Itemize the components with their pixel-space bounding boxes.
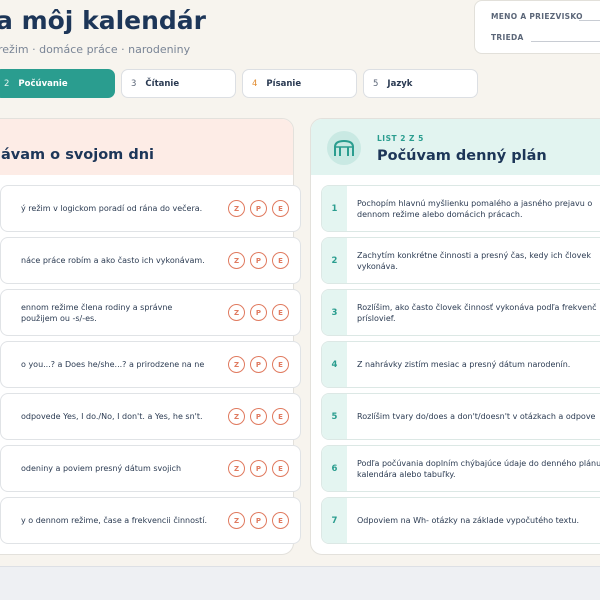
goal-number: 1: [322, 186, 347, 231]
listening-goal-card: 5 Rozlíšim tvary do/does a don't/doesn't …: [321, 393, 600, 440]
self-assessment-group: ZPE: [228, 512, 289, 529]
tab-number: 4: [252, 78, 258, 89]
self-assessment-group: ZPE: [228, 252, 289, 269]
self-assessment-circle[interactable]: P: [250, 200, 267, 217]
sheet-label: LIST 2 Z 5: [377, 134, 424, 143]
name-field[interactable]: [579, 20, 600, 21]
goal-text: Odpoviem na Wh- otázky na základe vypoču…: [357, 516, 580, 525]
goal-text: odeniny a poviem presný dátum svojich: [21, 464, 182, 473]
self-assessment-circle[interactable]: E: [272, 356, 289, 373]
self-assessment-circle[interactable]: E: [272, 512, 289, 529]
goal-text: náce práce robím a ako často ich vykonáv…: [21, 256, 205, 265]
tab-label: Jazyk: [387, 78, 413, 89]
tab-label: Čítanie: [145, 78, 180, 89]
goal-text: ý režim v logickom poradí od rána do več…: [21, 204, 203, 213]
self-assessment-circle[interactable]: P: [250, 460, 267, 477]
self-assessment-circle[interactable]: P: [250, 252, 267, 269]
goal-text: Rozlíšim tvary do/does a don't/doesn't v…: [357, 412, 596, 421]
class-field[interactable]: [531, 41, 600, 42]
tab-number: 2: [4, 78, 10, 89]
goal-card: o you...? a Does he/she...? a prirodzene…: [0, 341, 301, 388]
goal-number: 5: [322, 394, 347, 439]
goal-text: Z nahrávky zistím mesiac a presný dátum …: [357, 360, 571, 369]
self-assessment-circle[interactable]: Z: [228, 200, 245, 217]
listening-goal-card: 4 Z nahrávky zistím mesiac a presný dátum…: [321, 341, 600, 388]
self-assessment-circle[interactable]: Z: [228, 356, 245, 373]
self-assessment-circle[interactable]: E: [272, 200, 289, 217]
self-assessment-circle[interactable]: Z: [228, 252, 245, 269]
goal-card: ennom režime člena rodiny a správne použ…: [0, 289, 301, 336]
goal-card: odpovede Yes, I do./No, I don't. a Yes, …: [0, 393, 301, 440]
listening-goal-card: 2 Zachytím konkrétne činnosti a presný ča…: [321, 237, 600, 284]
self-assessment-circle[interactable]: P: [250, 304, 267, 321]
goal-text: Podľa počúvania doplním chýbajúce údaje …: [357, 458, 600, 479]
footer-strip: [0, 566, 600, 600]
tab-label: Počúvanie: [18, 78, 68, 89]
listening-goal-card: 6 Podľa počúvania doplním chýbajúce údaje…: [321, 445, 600, 492]
tab-listening[interactable]: 2 Počúvanie: [0, 69, 115, 98]
goal-number: 6: [322, 446, 347, 491]
self-assessment-group: ZPE: [228, 304, 289, 321]
self-assessment-circle[interactable]: Z: [228, 408, 245, 425]
goal-card: y o dennom režime, čase a frekvencii čin…: [0, 497, 301, 544]
class-label: TRIEDA: [491, 33, 524, 42]
goal-text: Rozlíšim, ako často človek činnosť vykon…: [357, 302, 597, 323]
self-assessment-circle[interactable]: Z: [228, 304, 245, 321]
goal-number: 7: [322, 498, 347, 543]
arch-icon: [327, 131, 361, 165]
goal-text: o you...? a Does he/she...? a prirodzene…: [21, 360, 205, 369]
self-assessment-circle[interactable]: E: [272, 408, 289, 425]
goal-card: odeniny a poviem presný dátum svojich Z P E: [0, 445, 301, 492]
tab-number: 5: [373, 78, 379, 89]
listening-goal-card: 7 Odpoviem na Wh- otázky na základe vypoč…: [321, 497, 600, 544]
self-assessment-circle[interactable]: P: [250, 356, 267, 373]
tab-label: Písanie: [266, 78, 302, 89]
panel-header: LIST 2 Z 5 Počúvam denný plán: [311, 119, 600, 175]
goal-text: odpovede Yes, I do./No, I don't. a Yes, …: [21, 412, 203, 421]
panel-header: ávam o svojom dni: [0, 119, 293, 175]
page-subtitle: režim · domáce práce · narodeniny: [0, 43, 191, 56]
panel-title: ávam o svojom dni: [1, 147, 154, 163]
goal-text: ennom režime člena rodiny a správne použ…: [21, 302, 173, 323]
name-label: MENO A PRIEZVISKO: [491, 12, 583, 21]
goal-text: Pochopím hlavnú myšlienku pomalého a jas…: [357, 198, 593, 219]
self-assessment-circle[interactable]: P: [250, 512, 267, 529]
goal-card: náce práce robím a ako často ich vykonáv…: [0, 237, 301, 284]
self-assessment-circle[interactable]: Z: [228, 460, 245, 477]
name-class-box: MENO A PRIEZVISKO TRIEDA: [474, 0, 600, 54]
goal-number: 4: [322, 342, 347, 387]
self-assessment-circle[interactable]: P: [250, 408, 267, 425]
listening-goal-card: 1 Pochopím hlavnú myšlienku pomalého a ja…: [321, 185, 600, 232]
self-assessment-circle[interactable]: Z: [228, 512, 245, 529]
tab-reading[interactable]: 3 Čítanie: [121, 69, 236, 98]
goal-number: 2: [322, 238, 347, 283]
self-assessment-group: ZPE: [228, 356, 289, 373]
tab-language[interactable]: 5 Jazyk: [363, 69, 478, 98]
self-assessment-circle[interactable]: E: [272, 304, 289, 321]
tab-number: 3: [131, 78, 137, 89]
goal-card: ý režim v logickom poradí od rána do več…: [0, 185, 301, 232]
self-assessment-circle[interactable]: E: [272, 252, 289, 269]
self-assessment-circle[interactable]: E: [272, 460, 289, 477]
panel-title: Počúvam denný plán: [377, 148, 547, 164]
listening-goal-card: 3 Rozlíšim, ako často človek činnosť vyko…: [321, 289, 600, 336]
page-title: a môj kalendár: [0, 6, 206, 35]
goal-number: 3: [322, 290, 347, 335]
self-assessment-group: ZPE: [228, 460, 289, 477]
self-assessment-group: ZPE: [228, 408, 289, 425]
goal-text: y o dennom režime, čase a frekvencii čin…: [21, 516, 208, 525]
self-assessment-group: ZPE: [228, 200, 289, 217]
goal-text: Zachytím konkrétne činnosti a presný čas…: [357, 250, 591, 271]
tab-writing[interactable]: 4 Písanie: [242, 69, 357, 98]
